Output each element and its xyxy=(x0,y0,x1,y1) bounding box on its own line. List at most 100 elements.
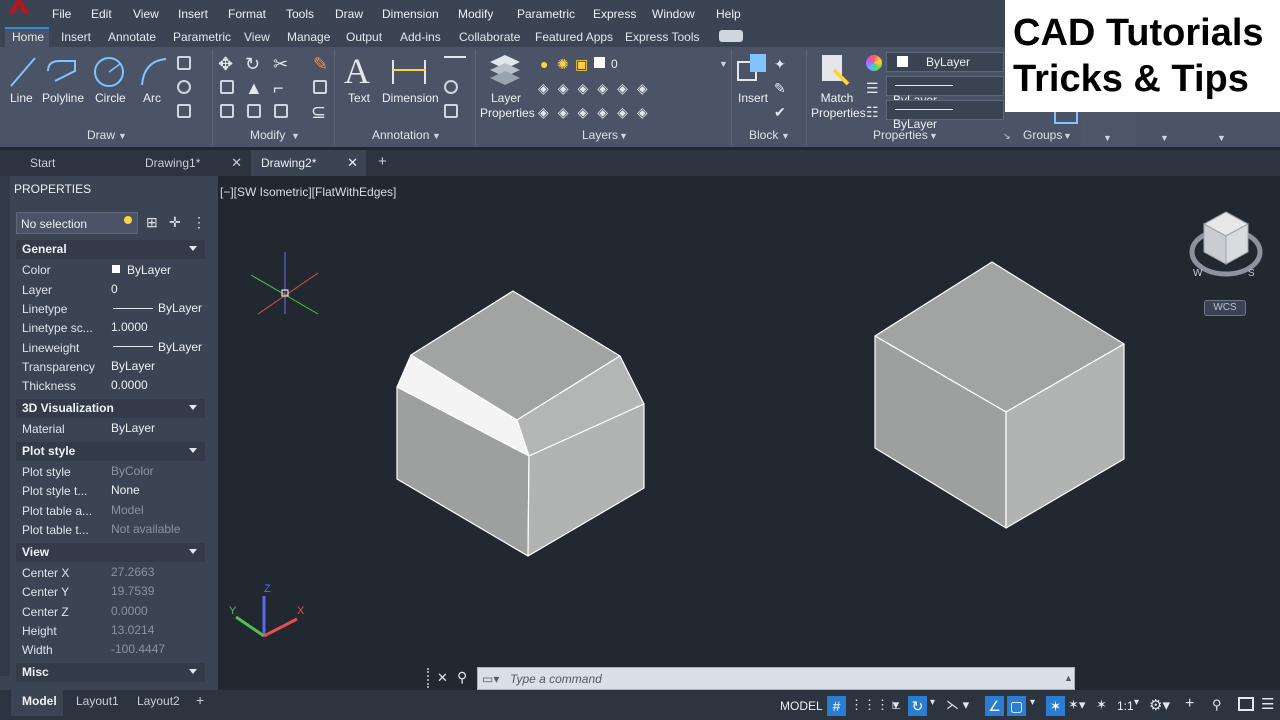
chevron-down-icon[interactable]: ▾ xyxy=(930,697,935,708)
menu-modify[interactable]: Modify xyxy=(458,7,493,21)
chevron-down-icon[interactable]: ▼ xyxy=(781,131,790,141)
menu-insert[interactable]: Insert xyxy=(178,7,208,21)
layer-tools-row2[interactable]: ◈◈◈◈◈◈ xyxy=(538,104,657,121)
ribbon-tab-annotate[interactable]: Annotate xyxy=(108,30,156,44)
new-layout-plus-icon[interactable]: + xyxy=(196,692,204,708)
menu-format[interactable]: Format xyxy=(228,7,266,21)
command-input[interactable]: Type a command xyxy=(510,672,602,686)
menu-express[interactable]: Express xyxy=(593,7,636,21)
menu-view[interactable]: View xyxy=(133,7,159,21)
lock-icon[interactable]: ▣ xyxy=(575,56,588,73)
groups-panel-title[interactable]: Groups xyxy=(1023,128,1062,142)
text-button[interactable]: Text xyxy=(348,91,370,106)
quick-select-icon[interactable]: ✛ xyxy=(169,214,181,231)
properties-panel-title[interactable]: Properties xyxy=(873,128,928,142)
add-icon[interactable]: + xyxy=(1185,695,1194,713)
chevron-down-icon[interactable]: ▼ xyxy=(432,131,441,141)
menu-draw[interactable]: Draw xyxy=(335,7,363,21)
layer-properties-icon[interactable] xyxy=(488,52,522,86)
line-icon[interactable] xyxy=(8,55,38,89)
ribbon-tab-home[interactable]: Home xyxy=(12,30,44,44)
model-space-button[interactable]: MODEL xyxy=(780,699,823,713)
draw-panel-title[interactable]: Draw xyxy=(87,128,115,142)
hatch-icon[interactable] xyxy=(177,80,191,94)
close-icon[interactable]: ✕ xyxy=(347,155,358,171)
ribbon-tab-collaborate[interactable]: Collaborate xyxy=(459,30,520,44)
section-misc[interactable]: Misc xyxy=(16,663,205,682)
viewport-canvas[interactable]: Z Y X W S xyxy=(218,176,1280,690)
sun-icon[interactable]: ✺ xyxy=(557,56,569,73)
dimension-button[interactable]: Dimension xyxy=(382,91,439,106)
customize-icon[interactable]: ⚲ xyxy=(457,669,467,686)
arc-button[interactable]: Arc xyxy=(143,91,161,106)
circle-icon[interactable] xyxy=(92,55,126,89)
select-objects-icon[interactable]: ⊞ xyxy=(146,214,158,231)
move-icon[interactable]: ✥ xyxy=(218,54,233,75)
menu-file[interactable]: File xyxy=(52,7,71,21)
object-snap-tracking-icon[interactable]: ∠ xyxy=(985,696,1004,716)
annotation-panel-title[interactable]: Annotation xyxy=(372,128,429,142)
chevron-down-icon[interactable]: ▼ xyxy=(1217,133,1226,143)
section-3d-visualization[interactable]: 3D Visualization xyxy=(16,399,205,418)
linetype-icon[interactable]: ☷ xyxy=(866,104,879,121)
chevron-down-icon[interactable]: ▾ xyxy=(1134,697,1139,708)
modify-panel-title[interactable]: Modify xyxy=(250,128,285,142)
close-icon[interactable]: ✕ xyxy=(231,155,242,171)
ribbon-tab-express-tools[interactable]: Express Tools xyxy=(625,30,699,44)
chevron-down-icon[interactable]: ▼ xyxy=(619,131,628,141)
polyline-button[interactable]: Polyline xyxy=(42,91,84,106)
lineweight-dropdown[interactable]: ByLayer xyxy=(886,100,1004,131)
ribbon-tab-manage[interactable]: Manage xyxy=(287,30,330,44)
array-icon[interactable] xyxy=(274,104,288,118)
layer-properties-button[interactable]: Layer Properties xyxy=(480,91,535,121)
chevron-down-icon[interactable]: ▼ xyxy=(291,131,300,141)
pickadd-icon[interactable]: ⋮ xyxy=(192,214,206,231)
app-logo[interactable] xyxy=(0,0,38,27)
object-snap-icon[interactable]: ▢ xyxy=(1007,696,1026,716)
menu-dimension[interactable]: Dimension xyxy=(382,7,439,21)
ribbon-tab-addins[interactable]: Add-ins xyxy=(400,30,441,44)
chevron-down-icon[interactable]: ▼ xyxy=(929,131,938,141)
menu-parametric[interactable]: Parametric xyxy=(517,7,575,21)
section-plot-style[interactable]: Plot style xyxy=(16,442,205,461)
chevron-down-icon[interactable]: ▾ xyxy=(1030,697,1035,708)
ribbon-tab-parametric[interactable]: Parametric xyxy=(173,30,231,44)
dimension-icon[interactable] xyxy=(390,56,428,86)
chevron-down-icon[interactable]: ▼ xyxy=(118,131,127,141)
palette-grip[interactable] xyxy=(0,176,10,676)
ribbon-tab-insert[interactable]: Insert xyxy=(61,30,91,44)
lineweight-icon[interactable]: ☰ xyxy=(866,80,879,97)
annotation-monitor-icon[interactable]: ✶ xyxy=(1046,696,1065,716)
wcs-menu-button[interactable]: WCS xyxy=(1204,300,1246,316)
lightbulb-icon[interactable]: ● xyxy=(540,56,548,72)
color-wheel-icon[interactable] xyxy=(866,55,882,71)
rotate-icon[interactable]: ↻ xyxy=(245,54,260,75)
collapse-caret-icon[interactable] xyxy=(189,246,197,251)
offset-icon[interactable]: ⊆ xyxy=(311,102,326,123)
mirror-icon[interactable]: ▲ xyxy=(245,78,263,99)
doc-tab-drawing2[interactable]: Drawing2* ✕ xyxy=(251,150,366,176)
arc-icon[interactable] xyxy=(138,55,170,89)
doc-tab-start[interactable]: Start xyxy=(20,150,132,176)
insert-button[interactable]: Insert xyxy=(738,91,768,106)
layer-tools-row1[interactable]: ◈◈◈◈◈◈ xyxy=(538,80,657,97)
copy-icon[interactable] xyxy=(220,80,234,94)
layers-panel-title[interactable]: Layers xyxy=(582,128,618,142)
section-view[interactable]: View xyxy=(16,543,205,562)
selection-dropdown[interactable]: No selection xyxy=(16,212,138,234)
annotation-scale-button[interactable]: 1:1 xyxy=(1117,699,1134,713)
chevron-down-icon[interactable]: ▼ xyxy=(1160,133,1169,143)
block-panel-title[interactable]: Block xyxy=(749,128,778,142)
layout1-tab[interactable]: Layout1 xyxy=(76,694,119,708)
polar-tracking-icon[interactable]: ↻ xyxy=(908,696,927,716)
customization-menu-icon[interactable]: ☰ xyxy=(1261,695,1274,713)
match-properties-icon[interactable] xyxy=(820,52,852,88)
match-properties-button[interactable]: Match Properties xyxy=(811,91,866,121)
circle-button[interactable]: Circle xyxy=(95,91,126,106)
table-icon[interactable] xyxy=(444,104,458,118)
collapse-caret-icon[interactable] xyxy=(189,549,197,554)
chevron-down-icon[interactable]: ▼ xyxy=(719,59,728,69)
toggle-pickadd-icon[interactable] xyxy=(124,216,132,224)
collapse-caret-icon[interactable] xyxy=(189,448,197,453)
insert-block-icon[interactable] xyxy=(736,52,768,88)
